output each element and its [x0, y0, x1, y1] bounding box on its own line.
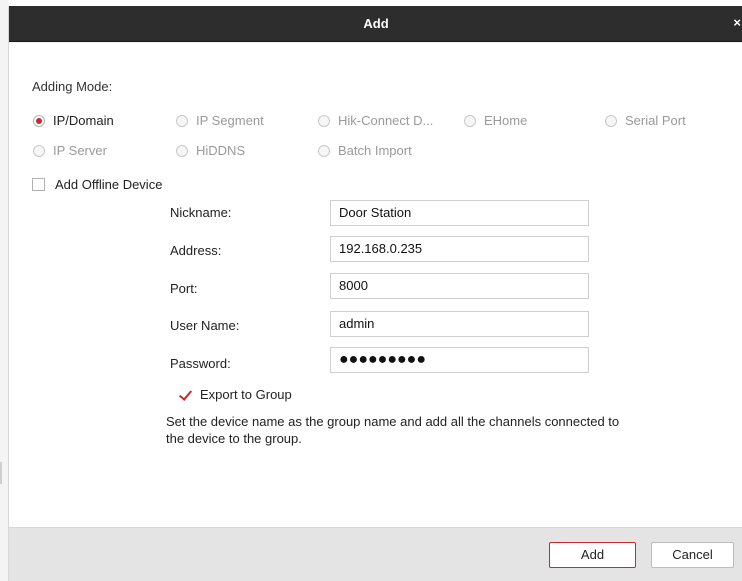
password-field[interactable]: ●●●●●●●●●: [330, 347, 589, 373]
radio-unselected-icon: [176, 144, 188, 157]
radio-ip-domain[interactable]: IP/Domain: [33, 113, 114, 128]
radio-unselected-icon: [605, 114, 617, 127]
radio-label: Hik-Connect D...: [338, 113, 434, 128]
add-offline-device-label: Add Offline Device: [55, 177, 163, 192]
radio-label: IP Server: [53, 143, 107, 158]
export-to-group-label: Export to Group: [200, 387, 292, 402]
radio-unselected-icon: [33, 144, 45, 157]
nickname-field[interactable]: Door Station: [330, 200, 589, 226]
nickname-label: Nickname:: [170, 205, 232, 220]
address-field[interactable]: 192.168.0.235: [330, 236, 589, 262]
background-divider: [0, 462, 2, 484]
add-offline-device-checkbox[interactable]: Add Offline Device: [32, 177, 162, 192]
password-label: Password:: [170, 356, 231, 371]
radio-label: Serial Port: [625, 113, 686, 128]
checkbox-unchecked-icon: [32, 178, 45, 191]
adding-mode-label: Adding Mode:: [32, 79, 113, 94]
radio-unselected-icon: [318, 114, 330, 127]
radio-label: HiDDNS: [196, 143, 246, 158]
radio-batch-import[interactable]: Batch Import: [318, 143, 412, 158]
radio-label: EHome: [484, 113, 528, 128]
dialog-titlebar: Add ×: [9, 6, 742, 42]
radio-unselected-icon: [318, 144, 330, 157]
cancel-button[interactable]: Cancel: [651, 542, 734, 568]
user-name-field[interactable]: admin: [330, 311, 589, 337]
port-label: Port:: [170, 281, 198, 296]
port-field[interactable]: 8000: [330, 273, 589, 299]
dialog-title: Add: [363, 16, 389, 31]
export-to-group-checkbox[interactable]: Export to Group: [178, 387, 292, 402]
close-icon[interactable]: ×: [729, 16, 741, 30]
checkmark-icon: [178, 388, 194, 402]
address-label: Address:: [170, 243, 222, 258]
radio-ehome[interactable]: EHome: [464, 113, 527, 128]
radio-serial-port[interactable]: Serial Port: [605, 113, 686, 128]
radio-hiddns[interactable]: HiDDNS: [176, 143, 245, 158]
export-group-description: Set the device name as the group name an…: [166, 414, 620, 446]
radio-label: IP Segment: [196, 113, 264, 128]
radio-selected-icon: [33, 114, 45, 127]
user-name-label: User Name:: [170, 318, 240, 333]
radio-label: IP/Domain: [53, 113, 114, 128]
radio-ip-segment[interactable]: IP Segment: [176, 113, 264, 128]
radio-hik-connect[interactable]: Hik-Connect D...: [318, 113, 433, 128]
radio-ip-server[interactable]: IP Server: [33, 143, 107, 158]
radio-unselected-icon: [464, 114, 476, 127]
radio-label: Batch Import: [338, 143, 412, 158]
add-button[interactable]: Add: [549, 542, 636, 568]
background-window-edge: [0, 0, 8, 581]
radio-unselected-icon: [176, 114, 188, 127]
